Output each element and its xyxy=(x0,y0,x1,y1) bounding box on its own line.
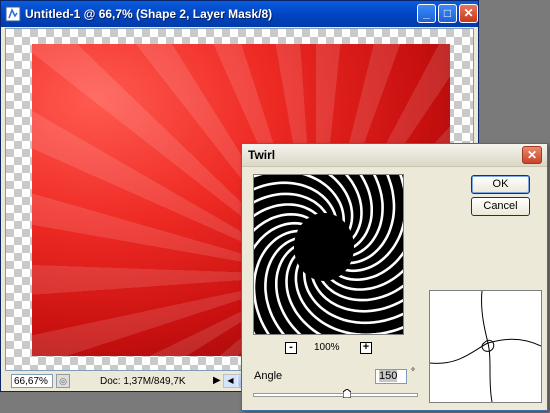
zoom-out-button[interactable]: - xyxy=(285,342,297,354)
photoshop-app-icon xyxy=(5,6,21,22)
twirl-preview[interactable] xyxy=(253,174,404,335)
twirl-grid-curves-icon xyxy=(429,290,542,403)
navigator-icon[interactable]: ◎ xyxy=(56,374,70,388)
twirl-distortion-grid xyxy=(429,290,542,403)
document-title: Untitled-1 @ 66,7% (Shape 2, Layer Mask/… xyxy=(25,7,273,21)
angle-value: 150 xyxy=(379,370,398,382)
twirl-close-button[interactable]: ✕ xyxy=(522,146,542,164)
scroll-left-arrow-icon[interactable]: ◀ xyxy=(224,375,237,387)
zoom-in-button[interactable]: + xyxy=(360,342,372,354)
ok-button[interactable]: OK xyxy=(471,175,530,194)
close-button[interactable]: ✕ xyxy=(459,4,478,23)
document-size-info: Doc: 1,37M/849,7K xyxy=(100,376,186,387)
preview-center-hole xyxy=(294,213,354,281)
degree-symbol: ° xyxy=(411,367,415,378)
twirl-titlebar[interactable]: Twirl ✕ xyxy=(242,144,547,167)
angle-input[interactable]: 150 xyxy=(375,369,407,384)
twirl-preview-image xyxy=(254,175,403,334)
document-titlebar[interactable]: Untitled-1 @ 66,7% (Shape 2, Layer Mask/… xyxy=(1,1,478,27)
maximize-button[interactable]: □ xyxy=(438,4,457,23)
twirl-title: Twirl xyxy=(248,148,276,162)
angle-slider-track[interactable] xyxy=(253,393,418,397)
preview-zoom-level: 100% xyxy=(314,342,340,353)
cancel-button[interactable]: Cancel xyxy=(471,197,530,216)
minimize-button[interactable]: _ xyxy=(417,4,436,23)
angle-label: Angle xyxy=(254,370,283,382)
status-menu-arrow-icon[interactable]: ▶ xyxy=(213,375,221,386)
twirl-dialog: Twirl ✕ OK Cancel - 100% + Angle 150 ° xyxy=(241,143,548,411)
zoom-level-field[interactable]: 66,67% xyxy=(11,374,53,388)
angle-slider-thumb-icon[interactable] xyxy=(343,389,351,398)
